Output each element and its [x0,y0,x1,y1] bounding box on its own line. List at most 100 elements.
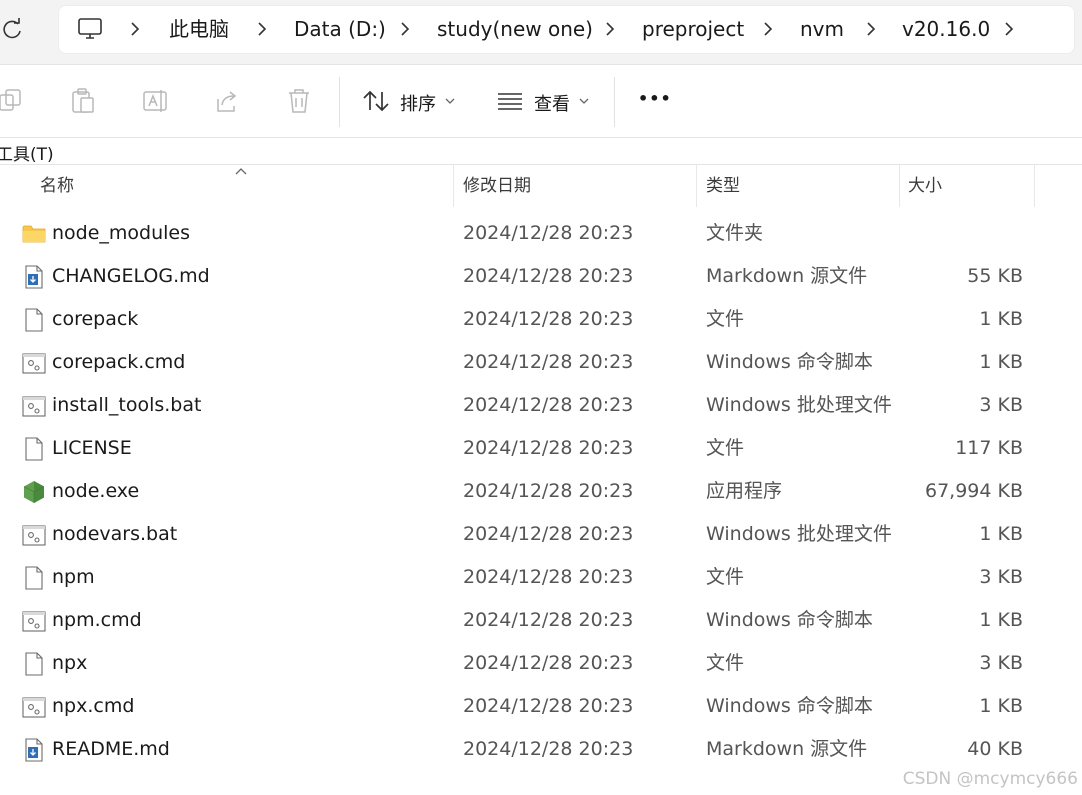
file-row[interactable]: nodevars.bat 2024/12/28 20:23 Windows 批处… [0,513,1082,556]
file-name: nodevars.bat [52,523,178,545]
column-header-name[interactable]: 名称 [40,165,74,207]
file-row[interactable]: CHANGELOG.md 2024/12/28 20:23 Markdown 源… [0,255,1082,298]
menu-tools[interactable]: 工具(T) [0,140,54,165]
file-modified: 2024/12/28 20:23 [463,566,634,588]
column-header-type[interactable]: 类型 [706,165,740,207]
column-header-modified[interactable]: 修改日期 [463,165,531,207]
sort-button[interactable]: 排序 [362,81,462,121]
command-bar: 排序 查看 ••• [0,65,1082,138]
copy-icon[interactable] [0,87,24,115]
chevron-right-icon[interactable] [600,19,620,39]
view-label: 查看 [534,94,570,115]
file-row[interactable]: LICENSE 2024/12/28 20:23 文件 117 KB [0,427,1082,470]
file-row[interactable]: README.md 2024/12/28 20:23 Markdown 源文件 … [0,728,1082,771]
file-row[interactable]: install_tools.bat 2024/12/28 20:23 Windo… [0,384,1082,427]
file-modified: 2024/12/28 20:23 [463,738,634,760]
file-modified: 2024/12/28 20:23 [463,394,634,416]
file-size: 1 KB [979,308,1023,330]
toolbar-divider [614,77,615,127]
markdown-file-icon [25,265,43,289]
share-icon[interactable] [214,87,240,115]
file-size: 40 KB [967,738,1023,760]
column-header-size[interactable]: 大小 [908,165,942,207]
menu-bar: 工具(T) [0,138,1082,165]
breadcrumb-item-preproject[interactable]: preproject [642,6,744,53]
chevron-right-icon[interactable] [252,19,272,39]
column-divider[interactable] [1034,165,1035,207]
chevron-down-icon [579,98,589,104]
file-type: Markdown 源文件 [706,265,868,287]
file-icon [25,308,43,332]
file-size: 3 KB [979,394,1023,416]
sort-icon [363,90,389,112]
breadcrumb-item-version[interactable]: v20.16.0 [902,6,990,53]
address-bar-area: 此电脑 Data (D:) study(new one) preproject … [0,0,1082,65]
breadcrumb-item-data-drive[interactable]: Data (D:) [294,6,386,53]
chevron-right-icon[interactable] [125,19,145,39]
file-modified: 2024/12/28 20:23 [463,695,634,717]
column-divider[interactable] [899,165,900,207]
breadcrumb-item-nvm[interactable]: nvm [800,6,844,53]
sort-ascending-icon [235,168,247,175]
file-type: Windows 批处理文件 [706,394,892,416]
file-row[interactable]: npm.cmd 2024/12/28 20:23 Windows 命令脚本 1 … [0,599,1082,642]
file-type: 文件 [706,652,745,674]
file-type: Windows 命令脚本 [706,609,873,631]
more-options-button[interactable]: ••• [638,89,678,129]
file-size: 1 KB [979,609,1023,631]
file-type: 应用程序 [706,480,783,502]
file-size: 1 KB [979,351,1023,373]
breadcrumb[interactable]: 此电脑 Data (D:) study(new one) preproject … [58,5,1075,54]
file-modified: 2024/12/28 20:23 [463,523,634,545]
file-row[interactable]: npx 2024/12/28 20:23 文件 3 KB [0,642,1082,685]
chevron-right-icon[interactable] [861,19,881,39]
watermark: CSDN @mcymcy666 [902,769,1078,789]
breadcrumb-item-study[interactable]: study(new one) [437,6,593,53]
file-name: npx [52,652,88,674]
file-size: 3 KB [979,566,1023,588]
file-size: 117 KB [955,437,1023,459]
file-name: CHANGELOG.md [52,265,210,287]
file-row[interactable]: npm 2024/12/28 20:23 文件 3 KB [0,556,1082,599]
chevron-right-icon[interactable] [395,19,415,39]
delete-icon[interactable] [286,87,312,115]
view-button[interactable]: 查看 [497,81,597,121]
file-type: Windows 批处理文件 [706,523,892,545]
file-row[interactable]: npx.cmd 2024/12/28 20:23 Windows 命令脚本 1 … [0,685,1082,728]
column-header-row: 名称 修改日期 类型 大小 [0,165,1082,207]
file-modified: 2024/12/28 20:23 [463,351,634,373]
paste-icon[interactable] [70,87,96,115]
file-row[interactable]: node.exe 2024/12/28 20:23 应用程序 67,994 KB [0,470,1082,513]
view-list-icon [498,93,522,110]
column-divider[interactable] [453,165,454,207]
chevron-right-icon[interactable] [999,19,1019,39]
file-type: Windows 命令脚本 [706,351,873,373]
file-name: README.md [52,738,170,760]
file-row[interactable]: corepack 2024/12/28 20:23 文件 1 KB [0,298,1082,341]
file-size: 67,994 KB [924,480,1023,502]
markdown-file-icon [25,738,43,762]
breadcrumb-item-this-pc[interactable]: 此电脑 [169,6,229,53]
column-divider[interactable] [696,165,697,207]
file-name: npm.cmd [52,609,142,631]
file-size: 3 KB [979,652,1023,674]
nodejs-icon [23,481,45,503]
file-modified: 2024/12/28 20:23 [463,609,634,631]
file-icon [25,566,43,590]
refresh-icon[interactable] [0,16,26,42]
file-icon [25,437,43,461]
file-row[interactable]: node_modules 2024/12/28 20:23 文件夹 [0,212,1082,255]
rename-icon[interactable] [142,87,168,115]
file-type: 文件 [706,437,745,459]
file-name: npm [52,566,95,588]
file-modified: 2024/12/28 20:23 [463,437,634,459]
file-modified: 2024/12/28 20:23 [463,652,634,674]
script-file-icon [22,396,46,417]
computer-icon[interactable] [77,17,103,41]
file-modified: 2024/12/28 20:23 [463,222,634,244]
folder-icon [22,225,46,243]
toolbar-divider [339,77,340,127]
file-row[interactable]: corepack.cmd 2024/12/28 20:23 Windows 命令… [0,341,1082,384]
file-modified: 2024/12/28 20:23 [463,265,634,287]
chevron-right-icon[interactable] [758,19,778,39]
